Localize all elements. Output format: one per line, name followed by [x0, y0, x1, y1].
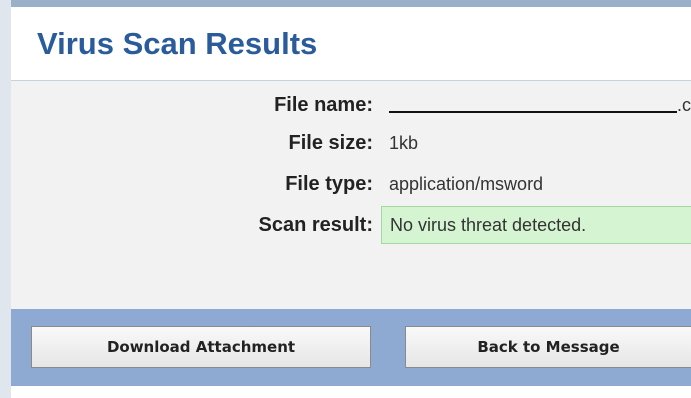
- file-type-label: File type:: [285, 173, 373, 195]
- scan-result-row: Scan result: No virus threat detected.: [11, 206, 691, 244]
- title-bar: Virus Scan Results: [11, 7, 691, 81]
- scan-result-box: No virus threat detected.: [381, 206, 691, 244]
- back-to-message-button[interactable]: Back to Message: [405, 326, 691, 368]
- scan-result-value: No virus threat detected.: [390, 215, 587, 235]
- file-size-value: 1kb: [389, 133, 419, 153]
- file-name-redacted: [389, 92, 677, 113]
- download-attachment-button[interactable]: Download Attachment: [31, 326, 371, 368]
- scan-results-panel: Virus Scan Results File name: .c File si…: [11, 7, 691, 398]
- file-name-label: File name:: [274, 94, 373, 116]
- file-type-row: File type: application/msword: [11, 166, 691, 202]
- action-bar: Download Attachment Back to Message: [11, 309, 691, 386]
- scan-result-label: Scan result:: [258, 214, 373, 236]
- page-title: Virus Scan Results: [37, 26, 318, 61]
- file-size-row: File size: 1kb: [11, 125, 691, 161]
- file-size-label: File size:: [288, 132, 373, 154]
- file-name-value: .c: [389, 92, 691, 117]
- file-details: File name: .c File size: 1kb File type: …: [11, 81, 691, 309]
- virus-scan-page: Virus Scan Results File name: .c File si…: [0, 0, 691, 398]
- top-border: [0, 0, 691, 7]
- file-name-row: File name: .c: [11, 87, 691, 123]
- file-name-extension: .c: [677, 95, 691, 115]
- file-type-value: application/msword: [389, 174, 544, 194]
- left-border: [0, 0, 11, 398]
